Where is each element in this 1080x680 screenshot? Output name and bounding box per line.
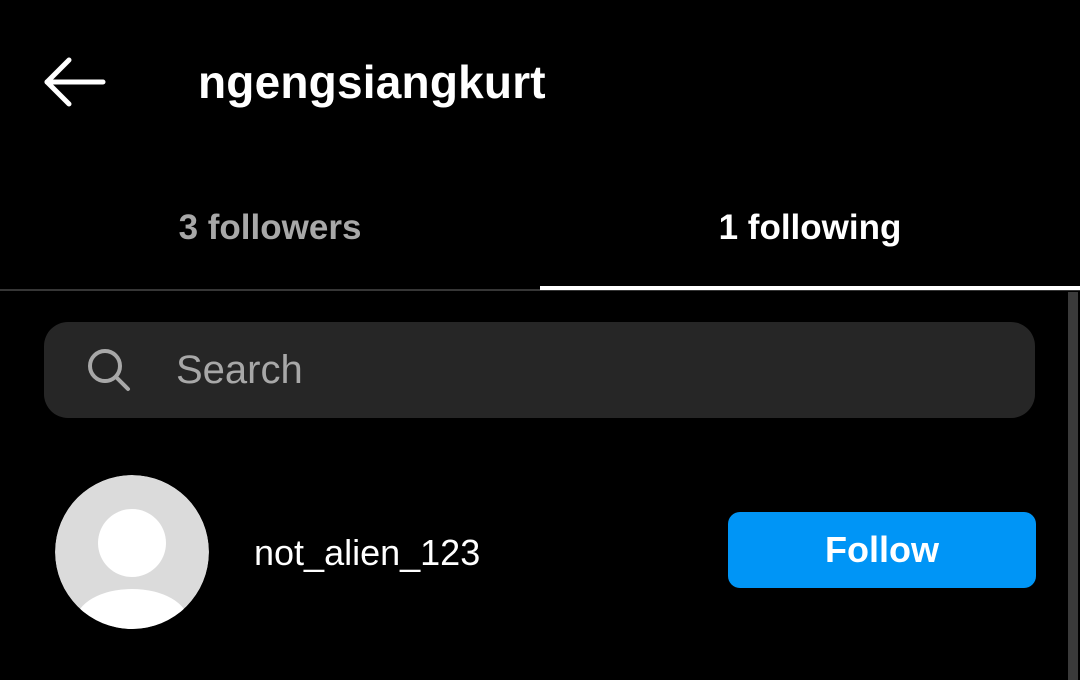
header: ngengsiangkurt: [0, 0, 1080, 165]
active-tab-indicator: [540, 286, 1080, 290]
search-icon: [88, 349, 130, 391]
tabs: 3 followers 1 following: [0, 165, 1080, 290]
tab-followers[interactable]: 3 followers: [0, 165, 540, 290]
page-title: ngengsiangkurt: [198, 56, 546, 108]
follow-button[interactable]: Follow: [728, 512, 1036, 588]
search-input[interactable]: [176, 332, 996, 408]
default-avatar-icon: [55, 475, 209, 629]
scrollbar[interactable]: [1068, 292, 1078, 680]
back-button[interactable]: [30, 40, 120, 124]
avatar[interactable]: [55, 475, 209, 629]
tab-following[interactable]: 1 following: [540, 165, 1080, 290]
arrow-left-icon: [44, 57, 106, 107]
username[interactable]: not_alien_123: [254, 532, 480, 574]
